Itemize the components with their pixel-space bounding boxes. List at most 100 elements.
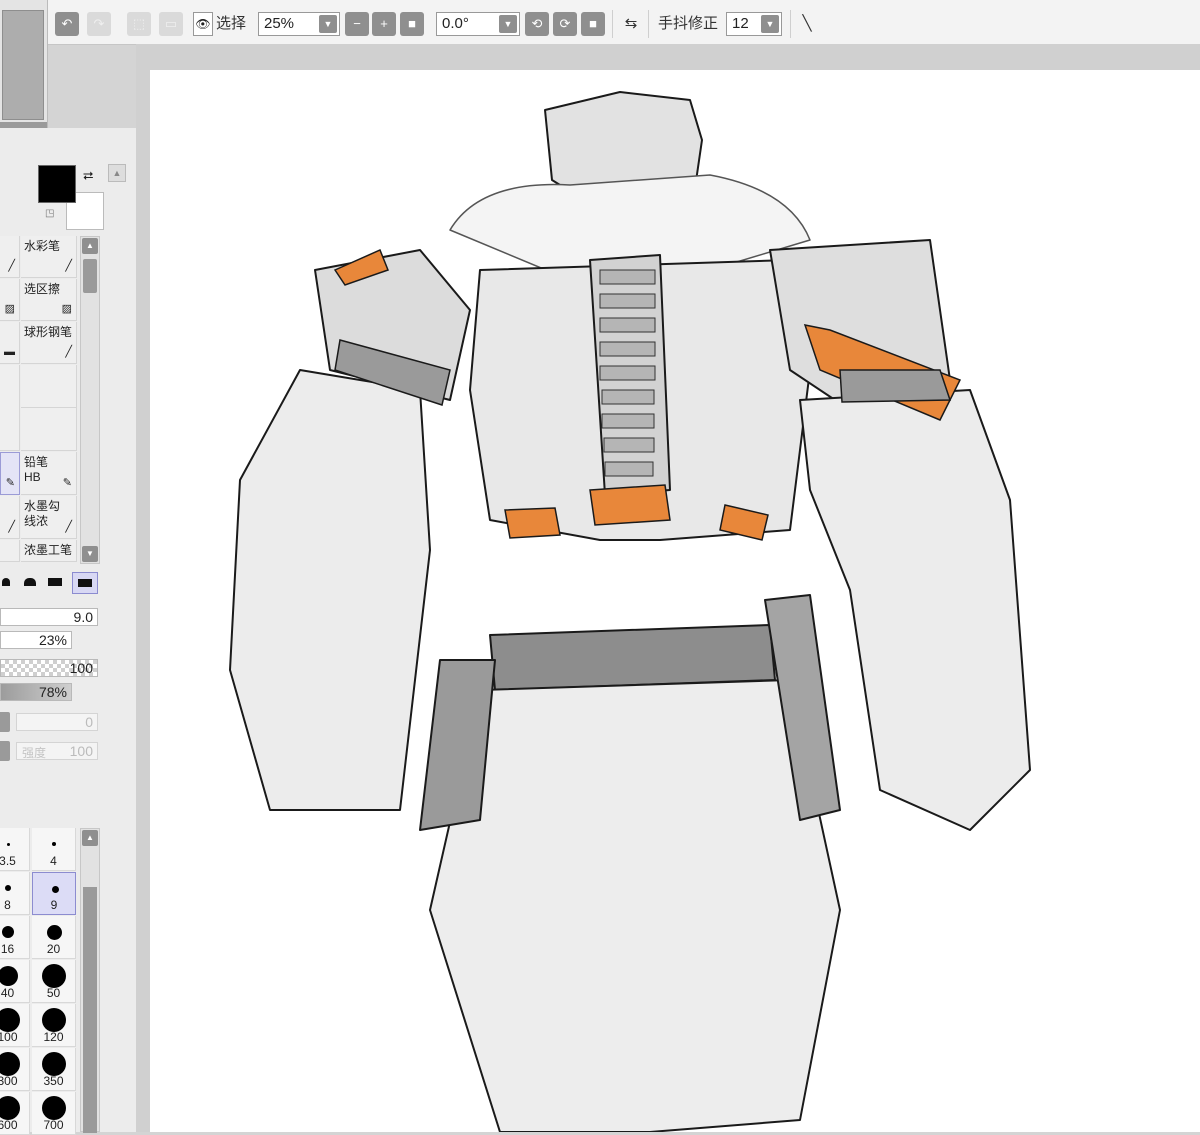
brush-icon: ╱ [65, 260, 72, 272]
tool-cell-edge[interactable]: ╱ [0, 496, 20, 539]
brush-size-label: 20 [46, 942, 61, 956]
separator [790, 10, 791, 38]
brush-size-label: 300 [0, 1074, 18, 1088]
tool-sublabel: 线浓 [24, 514, 49, 528]
tool-label: 铅笔 [24, 455, 49, 469]
min-size-slider[interactable]: 23% [0, 631, 72, 649]
navigator-thumbnail[interactable] [0, 0, 48, 128]
panel-scroll-up-icon[interactable]: ▲ [108, 164, 126, 182]
zoom-out-icon[interactable]: − [345, 12, 369, 36]
rotate-left-icon[interactable]: ⟲ [525, 12, 549, 36]
stabilizer-label: 手抖修正 [658, 15, 719, 32]
zoom-reset-icon[interactable]: ■ [400, 12, 424, 36]
scroll-thumb[interactable] [83, 259, 97, 293]
flip-icon[interactable]: ⇆ [619, 12, 643, 36]
tool-item-pencil[interactable]: 铅笔 HB ✎ [21, 452, 77, 495]
shape-flat-icon[interactable] [48, 578, 62, 586]
armored-figure-sketch [229, 91, 1031, 1133]
tool-item-ink-outline[interactable]: 水墨勾 线浓 ╱ [21, 496, 77, 539]
brush-size-cell[interactable]: 120 [32, 1004, 76, 1047]
brush-size-slider[interactable]: 9.0 [0, 608, 98, 626]
tool-list-scrollbar[interactable]: ▲ ▼ [80, 236, 100, 564]
brush-size-label: 700 [43, 1118, 64, 1132]
brush-size-dot [42, 964, 66, 988]
brush-size-cell[interactable]: 9 [32, 872, 76, 915]
brush-size-cell[interactable]: 600 [0, 1092, 30, 1135]
brush-size-cell[interactable]: 20 [32, 916, 76, 959]
tool-label: 水墨勾 [24, 499, 61, 513]
tool-sublabel: HB [24, 470, 41, 484]
stabilizer-select[interactable]: 12 ▼ [726, 12, 782, 36]
brush-size-label: 9 [50, 898, 58, 912]
gradient-icon: ▬ [4, 346, 15, 358]
scroll-up-icon[interactable]: ▲ [82, 830, 98, 846]
brush-size-label: 40 [0, 986, 15, 1000]
tool-item-selection-eraser[interactable]: 选区擦 ▨ [21, 279, 77, 321]
tool-label: 球形钢笔 [24, 325, 73, 339]
density-slider[interactable]: 100 [0, 659, 98, 677]
brush-size-cell[interactable]: 350 [32, 1048, 76, 1091]
deselect-icon[interactable]: ⬚ [127, 12, 151, 36]
selection-eraser-icon: ▨ [61, 303, 72, 315]
brush-size-cell[interactable]: 50 [32, 960, 76, 1003]
tool-cell-empty[interactable] [21, 408, 77, 451]
brush-size-cell[interactable]: 40 [0, 960, 30, 1003]
rotate-reset-icon[interactable]: ■ [581, 12, 605, 36]
scroll-up-icon[interactable]: ▲ [82, 238, 98, 254]
swap-colors-icon[interactable]: ⮂ [83, 168, 93, 184]
strength-label: 强度 [22, 746, 47, 760]
clear-icon[interactable]: ▭ [159, 12, 183, 36]
brush-size-label: 600 [0, 1118, 18, 1132]
tool-item-thick-ink[interactable]: 浓墨工笔 [21, 540, 77, 562]
brush-size-cell[interactable]: 700 [32, 1092, 76, 1135]
reset-colors-icon[interactable]: ◳ [45, 208, 54, 219]
shape-round-icon[interactable] [2, 578, 10, 586]
rotation-select[interactable]: 0.0° ▼ [436, 12, 520, 36]
rotate-right-icon[interactable]: ⟳ [553, 12, 577, 36]
blend-slider[interactable]: 78% [0, 683, 72, 701]
shape-soft-icon[interactable] [24, 578, 36, 586]
primary-color-swatch-front[interactable] [38, 165, 76, 203]
brush-size-dot [52, 842, 56, 846]
tool-panel: ⮂ ◳ ▲ ╱ 水彩笔 ╱ ▨ 选区擦 ▨ ▬ 球形钢笔 ╱ ✎ 铅笔 HB ✎… [0, 128, 137, 1135]
brush-size-dot [2, 926, 14, 938]
tool-cell-empty[interactable] [21, 365, 77, 408]
tool-cell-edge[interactable] [0, 540, 20, 562]
brush-size-cell[interactable]: 4 [32, 828, 76, 871]
brush-size-dot [0, 966, 18, 986]
tool-cell-edge[interactable]: ▬ [0, 322, 20, 364]
brush-size-label: 16 [0, 942, 15, 956]
scroll-thumb[interactable] [83, 887, 97, 1133]
texture-strength-field[interactable]: 0 [16, 713, 98, 731]
tool-cell-empty[interactable] [0, 365, 20, 451]
brush-size-cell[interactable]: 16 [0, 916, 30, 959]
zoom-in-icon[interactable]: + [372, 12, 396, 36]
brush-size-cell[interactable]: 8 [0, 872, 30, 915]
brush-size-label: 4 [50, 854, 57, 868]
redo-icon[interactable]: ↷ [87, 12, 111, 36]
scroll-down-icon[interactable]: ▼ [82, 546, 98, 562]
ink-brush-icon: ╱ [65, 521, 72, 533]
bristle-dropdown[interactable] [0, 741, 10, 761]
undo-icon[interactable]: ↶ [55, 12, 79, 36]
tool-cell-edge[interactable]: ╱ [0, 236, 20, 278]
tool-cell-edge-selected[interactable]: ✎ [0, 452, 20, 495]
tool-item-round-pen[interactable]: 球形钢笔 ╱ [21, 322, 77, 364]
brush-size-dot [42, 1052, 66, 1076]
brush-size-label: 350 [43, 1074, 64, 1088]
pencil-icon: ✎ [5, 477, 15, 489]
brush-size-cell[interactable]: 100 [0, 1004, 30, 1047]
brush-size-dot [42, 1096, 66, 1120]
line-tool-icon[interactable]: ╲ [795, 12, 819, 36]
shape-square-selected[interactable] [72, 572, 98, 594]
brush-size-dot [0, 1008, 20, 1032]
texture-dropdown[interactable] [0, 712, 10, 732]
tool-cell-edge[interactable]: ▨ [0, 279, 20, 321]
drawing-canvas[interactable] [150, 70, 1200, 1133]
brush-size-scrollbar[interactable]: ▲ [80, 828, 100, 1133]
brush-size-cell[interactable]: 300 [0, 1048, 30, 1091]
brush-size-cell[interactable]: 3.5 [0, 828, 30, 871]
view-selection-icon[interactable]: 👁 [193, 12, 213, 36]
tool-item-watercolor[interactable]: 水彩笔 ╱ [21, 236, 77, 278]
zoom-select[interactable]: 25% ▼ [258, 12, 340, 36]
